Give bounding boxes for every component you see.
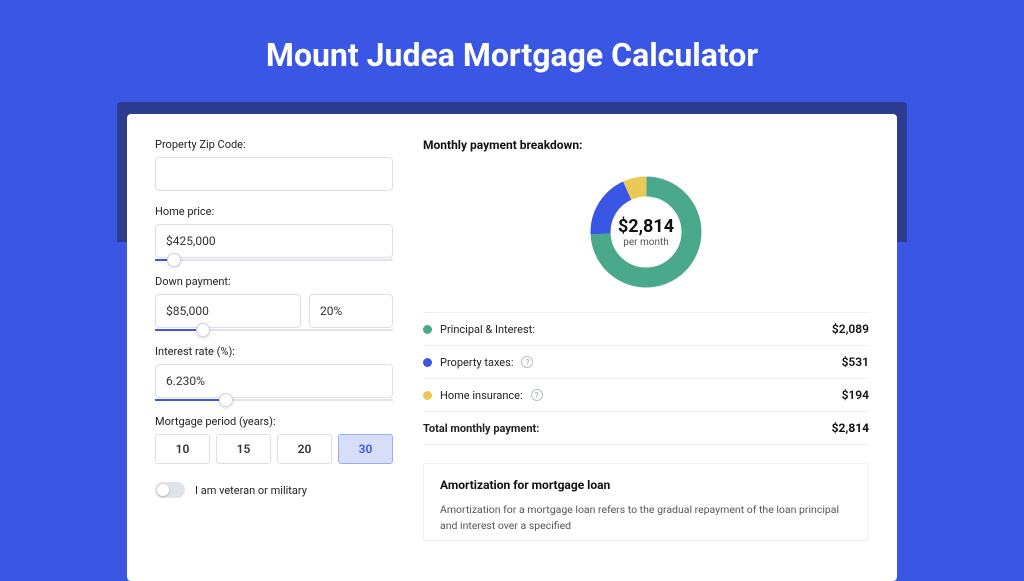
veteran-label: I am veteran or military [195,484,307,497]
down-payment-input[interactable] [155,294,301,328]
help-icon[interactable]: ? [531,389,543,401]
amortization-text: Amortization for a mortgage loan refers … [440,502,852,534]
down-payment-label: Down payment: [155,275,393,288]
breakdown-row: Principal & Interest: $2,089 [423,313,869,346]
period-buttons: 10152030 [155,434,393,464]
home-price-group: Home price: [155,205,393,261]
donut-center: $2,814 per month [586,172,706,292]
breakdown-label: Principal & Interest: [440,323,535,336]
breakdown-label: Home insurance: [440,389,523,402]
interest-input[interactable] [155,364,393,398]
amortization-section: Amortization for mortgage loan Amortizat… [423,463,869,541]
period-option-30[interactable]: 30 [338,434,393,464]
calculator-card: Property Zip Code: Home price: Down paym… [127,114,897,581]
period-option-20[interactable]: 20 [277,434,332,464]
page-title: Mount Judea Mortgage Calculator [0,36,1024,74]
legend-dot [423,358,432,367]
form-panel: Property Zip Code: Home price: Down paym… [155,138,393,541]
down-payment-slider[interactable] [155,329,393,331]
breakdown-panel: Monthly payment breakdown: $2,814 per mo… [423,138,869,541]
zip-group: Property Zip Code: [155,138,393,191]
breakdown-rows: Principal & Interest: $2,089 Property taxe… [423,312,869,445]
period-group: Mortgage period (years): 10152030 [155,415,393,464]
home-price-label: Home price: [155,205,393,218]
breakdown-title: Monthly payment breakdown: [423,138,869,152]
donut-amount: $2,814 [618,216,674,237]
total-row: Total monthly payment: $2,814 [423,412,869,445]
donut-container: $2,814 per month [423,164,869,312]
page-header: Mount Judea Mortgage Calculator [0,0,1024,102]
breakdown-row: Property taxes:? $531 [423,346,869,379]
down-payment-group: Down payment: [155,275,393,331]
period-label: Mortgage period (years): [155,415,393,428]
period-option-10[interactable]: 10 [155,434,210,464]
help-icon[interactable]: ? [521,356,533,368]
slider-thumb[interactable] [219,393,233,407]
amortization-title: Amortization for mortgage loan [440,478,852,492]
breakdown-row: Home insurance:? $194 [423,379,869,412]
veteran-switch[interactable] [155,482,185,498]
veteran-toggle-row: I am veteran or military [155,482,393,498]
breakdown-value: $194 [842,388,869,402]
interest-group: Interest rate (%): [155,345,393,401]
down-payment-pct-input[interactable] [309,294,393,328]
zip-label: Property Zip Code: [155,138,393,151]
interest-label: Interest rate (%): [155,345,393,358]
slider-thumb[interactable] [167,253,181,267]
legend-dot [423,325,432,334]
breakdown-value: $2,089 [832,322,869,336]
donut-sub: per month [623,237,669,248]
total-label: Total monthly payment: [423,422,539,435]
breakdown-label: Property taxes: [440,356,513,369]
zip-input[interactable] [155,157,393,191]
payment-donut-chart: $2,814 per month [586,172,706,292]
legend-dot [423,391,432,400]
total-value: $2,814 [832,421,869,435]
breakdown-value: $531 [842,355,869,369]
home-price-input[interactable] [155,224,393,258]
period-option-15[interactable]: 15 [216,434,271,464]
home-price-slider[interactable] [155,259,393,261]
interest-slider[interactable] [155,399,393,401]
slider-thumb[interactable] [196,323,210,337]
